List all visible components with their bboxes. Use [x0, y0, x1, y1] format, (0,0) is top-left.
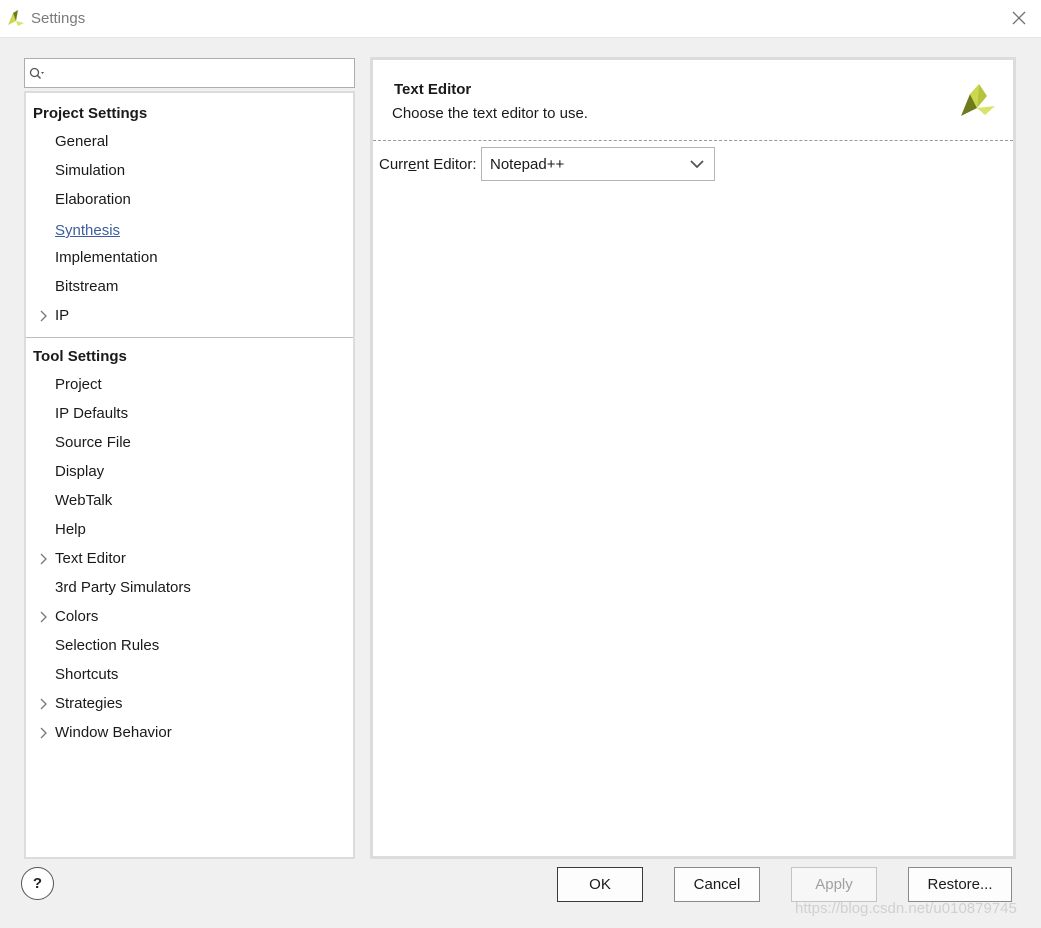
project-settings-heading: Project Settings [33, 105, 148, 122]
tree-item-ip[interactable]: IP [55, 307, 69, 324]
chevron-down-icon [690, 160, 704, 169]
ok-button[interactable]: OK [557, 867, 643, 902]
tree-item-selection-rules[interactable]: Selection Rules [55, 637, 159, 654]
tree-item-webtalk[interactable]: WebTalk [55, 492, 112, 509]
tree-item-ip-defaults[interactable]: IP Defaults [55, 405, 128, 422]
title-bar: Settings [0, 0, 1041, 38]
current-editor-select[interactable]: Notepad++ [481, 147, 715, 181]
tool-settings-heading: Tool Settings [33, 348, 127, 365]
tree-item-3rd-party-simulators[interactable]: 3rd Party Simulators [55, 579, 191, 596]
close-button[interactable] [1005, 4, 1033, 32]
current-editor-label: Current Editor: [379, 156, 477, 173]
tree-item-window-behavior[interactable]: Window Behavior [55, 724, 172, 741]
settings-tree: Project Settings General Simulation Elab… [24, 91, 355, 859]
tree-item-colors[interactable]: Colors [55, 608, 98, 625]
tree-item-strategies[interactable]: Strategies [55, 695, 123, 712]
search-icon [29, 67, 44, 80]
help-button[interactable]: ? [21, 867, 54, 900]
watermark-text: https://blog.csdn.net/u010879745 [795, 900, 1017, 917]
search-input[interactable] [47, 62, 347, 84]
tree-item-project[interactable]: Project [55, 376, 102, 393]
tree-item-simulation[interactable]: Simulation [55, 162, 125, 179]
tree-item-general[interactable]: General [55, 133, 108, 150]
tree-item-synthesis[interactable]: Synthesis [55, 222, 120, 239]
tree-item-text-editor[interactable]: Text Editor [55, 550, 126, 567]
tree-item-shortcuts[interactable]: Shortcuts [55, 666, 118, 683]
tree-item-implementation[interactable]: Implementation [55, 249, 158, 266]
vivado-logo-icon [8, 10, 24, 26]
header-separator [373, 140, 1013, 141]
chevron-right-icon[interactable] [38, 727, 48, 739]
vivado-logo-icon [961, 84, 995, 116]
close-icon [1012, 11, 1026, 25]
tree-item-source-file[interactable]: Source File [55, 434, 131, 451]
search-box[interactable] [24, 58, 355, 88]
page-subtitle: Choose the text editor to use. [392, 105, 588, 122]
restore-button[interactable]: Restore... [908, 867, 1012, 902]
current-editor-value: Notepad++ [490, 156, 565, 173]
chevron-right-icon[interactable] [38, 698, 48, 710]
tree-item-help[interactable]: Help [55, 521, 86, 538]
tree-item-elaboration[interactable]: Elaboration [55, 191, 131, 208]
chevron-right-icon[interactable] [38, 310, 48, 322]
chevron-right-icon[interactable] [38, 553, 48, 565]
cancel-button[interactable]: Cancel [674, 867, 760, 902]
apply-button[interactable]: Apply [791, 867, 877, 902]
chevron-right-icon[interactable] [38, 611, 48, 623]
page-title: Text Editor [394, 81, 472, 98]
window-title: Settings [31, 10, 86, 27]
tree-item-bitstream[interactable]: Bitstream [55, 278, 118, 295]
section-divider [26, 337, 353, 338]
tree-item-display[interactable]: Display [55, 463, 104, 480]
settings-content-panel: Text Editor Choose the text editor to us… [370, 57, 1016, 859]
